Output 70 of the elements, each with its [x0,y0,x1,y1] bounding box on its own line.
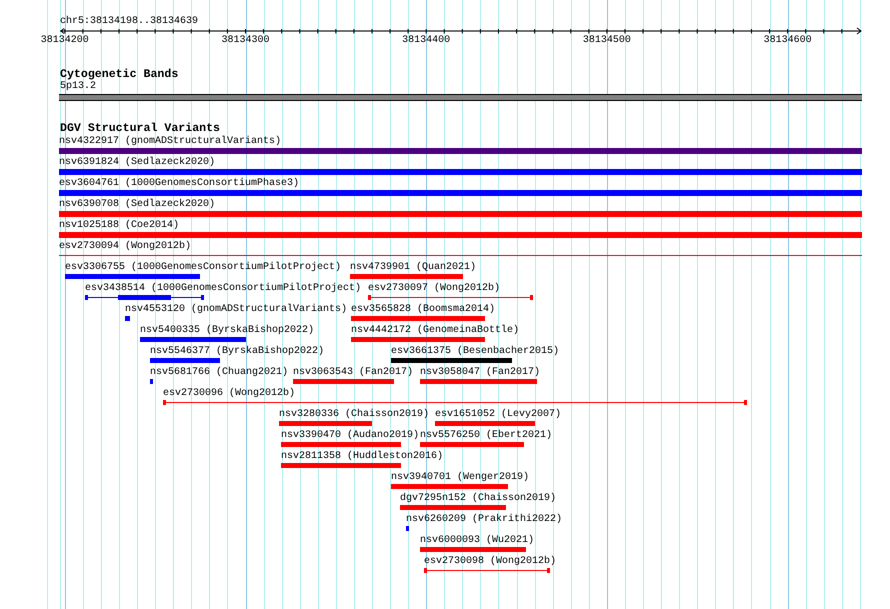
feature-label: esv3604761 (1000GenomesConsortiumPhase3) [59,178,300,189]
variant-bar[interactable] [59,232,862,238]
variant-bar[interactable] [400,505,506,510]
feature-label: nsv3390470 (Audano2019) [281,430,420,441]
location-label: chr5:38134198..38134639 [60,16,198,27]
feature-label: nsv6390708 (Sedlazeck2020) [59,199,216,210]
variant-bar[interactable] [150,379,153,384]
variant-bar[interactable] [279,421,372,426]
variant-bar[interactable] [351,337,485,342]
feature-label: nsv5400335 (ByrskaBishop2022) [140,325,314,336]
variant-bar[interactable] [391,484,508,489]
track-title: DGV Structural Variants [60,123,220,135]
feature-label: nsv6260209 (Prakrithi2022) [406,514,562,525]
track-title: Cytogenetic Bands [60,69,178,81]
cytoband-bar[interactable] [59,94,862,101]
feature-label: nsv4739901 (Quan2021) [350,262,476,273]
feature-label: esv2730096 (Wong2012b) [163,388,296,399]
variant-bar[interactable] [420,442,524,447]
feature-label: nsv4442172 (GenomeinaBottle) [351,325,520,336]
variant-bar[interactable] [59,148,862,154]
feature-label: nsv5576250 (Ebert2021) [420,430,552,441]
tick-label: 38134300 [222,35,270,46]
feature-label: nsv4553120 (gnomADStructuralVariants) [125,304,348,315]
feature-label: nsv3940701 (Wenger2019) [391,472,530,483]
feature-label: nsv3280336 (Chaisson2019) [279,409,430,420]
feature-label: nsv3063543 (Fan2017) [293,367,414,378]
band-label: 5p13.2 [60,81,96,92]
variant-bar[interactable] [59,169,862,175]
feature-label: esv3661375 (Besenbacher2015) [391,346,560,357]
variant-span[interactable] [424,568,550,573]
feature-label: esv2730097 (Wong2012b) [368,283,500,294]
variant-span[interactable] [59,253,862,259]
feature-label: esv3438514 (1000GenomesConsortiumPilotProject) [85,283,362,294]
tick-label: 38134500 [582,35,631,46]
variant-bar[interactable] [350,274,463,279]
feature-label: nsv2811358 (Huddleston2016) [281,451,444,462]
variant-bar[interactable] [125,316,130,321]
variant-bar[interactable] [391,358,512,363]
feature-label: esv3306755 (1000GenomesConsortiumPilotProject) [65,262,342,273]
feature-label: nsv4322917 (gnomADStructuralVariants) [59,136,282,147]
feature-label: nsv3058047 (Fan2017) [420,367,540,378]
variant-bar[interactable] [140,337,246,342]
variant-span[interactable] [163,400,747,405]
tick-label: 38134600 [764,35,812,46]
feature-label: nsv5681766 (Chuang2021) [150,367,288,378]
variant-bar[interactable] [281,463,401,468]
feature-label: nsv1025188 (Coe2014) [59,220,180,231]
feature-label: nsv5546377 (ByrskaBishop2022) [150,346,324,357]
variant-bar[interactable] [406,526,409,531]
variant-bar[interactable] [59,211,862,217]
variant-bar[interactable] [293,379,394,384]
variant-bar[interactable] [150,358,220,363]
variant-bar[interactable] [281,442,401,447]
tick-label: 38134200 [40,35,89,46]
variant-bar[interactable] [351,316,485,321]
feature-label: dgv7295n152 (Chaisson2019) [400,493,556,504]
feature-label: nsv6000093 (Wu2021) [420,535,534,546]
feature-label: esv1651052 (Levy2007) [435,409,562,420]
variant-bar[interactable] [435,421,535,426]
tick-label: 38134400 [402,35,450,46]
variant-bar[interactable] [420,547,526,552]
variant-bar[interactable] [420,379,537,384]
feature-label: esv3565828 (Boomsma2014) [351,304,496,315]
variant-bar[interactable] [59,190,862,196]
variant-span[interactable] [368,295,533,300]
feature-label: nsv6391824 (Sedlazeck2020) [59,157,216,168]
feature-label: esv2730098 (Wong2012b) [424,556,556,567]
variant-span[interactable] [85,295,204,300]
feature-label: esv2730094 (Wong2012b) [59,241,192,252]
variant-bar[interactable] [65,274,200,279]
